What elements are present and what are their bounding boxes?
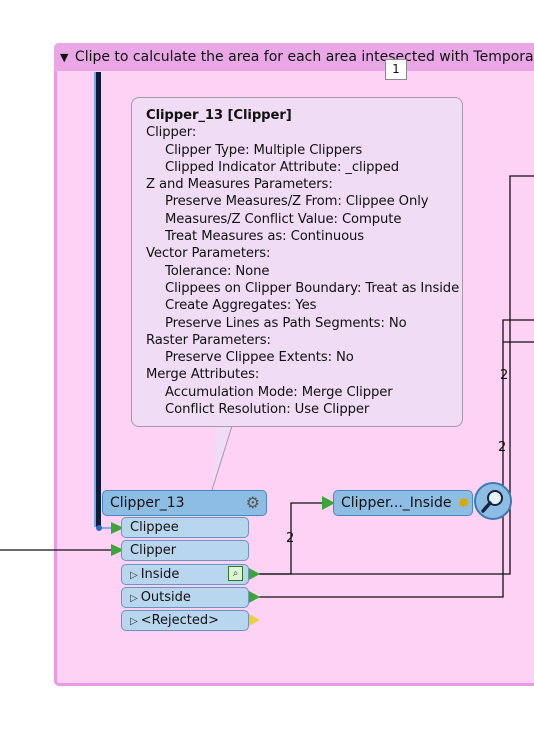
tooltip-parameter: Preserve Lines as Path Segments: No bbox=[165, 315, 407, 331]
status-sun-icon: ✸ bbox=[457, 494, 470, 512]
tooltip-parameter: Preserve Clippee Extents: No bbox=[165, 350, 354, 366]
tooltip-section-heading: Vector Parameters: bbox=[146, 246, 271, 262]
tooltip-section-heading: Merge Attributes: bbox=[146, 367, 260, 383]
tooltip-section-heading: Raster Parameters: bbox=[146, 332, 271, 348]
clipper-transformer[interactable]: Clipper_13 ⚙ bbox=[102, 490, 267, 516]
tooltip-title: Clipper_13 [Clipper] bbox=[146, 108, 292, 123]
expand-arrow-icon[interactable]: ▷ bbox=[130, 616, 138, 627]
port-rejected[interactable]: ▷ <Rejected> bbox=[121, 610, 249, 631]
inspect-icon[interactable]: ⌕ bbox=[228, 566, 243, 581]
tooltip-parameter: Clipper Type: Multiple Clippers bbox=[165, 142, 363, 158]
port-label: Clipper bbox=[130, 543, 177, 558]
magnifier-icon[interactable] bbox=[474, 482, 512, 520]
tooltip-parameter: Tolerance: None bbox=[165, 263, 270, 279]
tooltip-section-heading: Clipper: bbox=[146, 125, 197, 141]
feature-count-label: 2 bbox=[498, 440, 507, 455]
feature-count-label: 2 bbox=[500, 368, 509, 383]
expand-arrow-icon[interactable]: ▷ bbox=[130, 593, 138, 604]
port-label: <Rejected> bbox=[140, 613, 220, 628]
port-label: Outside bbox=[140, 590, 191, 605]
tooltip-parameter: Clippees on Clipper Boundary: Treat as I… bbox=[165, 280, 460, 296]
transformer-name: Clipper_13 bbox=[110, 495, 185, 511]
inspector-name: Clipper..._Inside bbox=[341, 495, 452, 511]
gear-icon[interactable]: ⚙ bbox=[246, 491, 260, 515]
magnifier-glyph bbox=[481, 490, 503, 513]
tooltip-parameter: Treat Measures as: Continuous bbox=[165, 229, 365, 245]
port-label: Clippee bbox=[130, 520, 179, 535]
port-inside[interactable]: ▷ Inside ⌕ bbox=[121, 564, 249, 585]
port-clippee[interactable]: Clippee bbox=[121, 517, 249, 538]
tooltip-parameter: Measures/Z Conflict Value: Compute bbox=[165, 211, 402, 227]
port-outside[interactable]: ▷ Outside bbox=[121, 587, 249, 608]
tooltip-parameter: Clipped Indicator Attribute: _clipped bbox=[165, 159, 399, 175]
port-label: Inside bbox=[140, 567, 180, 582]
port-clipper[interactable]: Clipper bbox=[121, 540, 249, 561]
feature-count-label: 2 bbox=[286, 531, 295, 546]
expand-arrow-icon[interactable]: ▷ bbox=[130, 570, 138, 581]
tooltip-parameter: Conflict Resolution: Use Clipper bbox=[165, 402, 370, 418]
inspector-transformer[interactable]: Clipper..._Inside ✸ bbox=[333, 490, 473, 516]
transformer-tooltip: Clipper_13 [Clipper] Clipper: Clipper Typ… bbox=[131, 97, 463, 427]
tooltip-pointer bbox=[211, 425, 233, 491]
tooltip-section-heading: Z and Measures Parameters: bbox=[146, 177, 333, 193]
clippee-wire-dot bbox=[96, 525, 102, 531]
tooltip-parameter: Preserve Measures/Z From: Clippee Only bbox=[165, 194, 429, 210]
tooltip-parameter: Create Aggregates: Yes bbox=[165, 298, 317, 314]
tooltip-parameter: Accumulation Mode: Merge Clipper bbox=[165, 384, 393, 400]
feature-count-badge: 1 bbox=[385, 59, 407, 80]
